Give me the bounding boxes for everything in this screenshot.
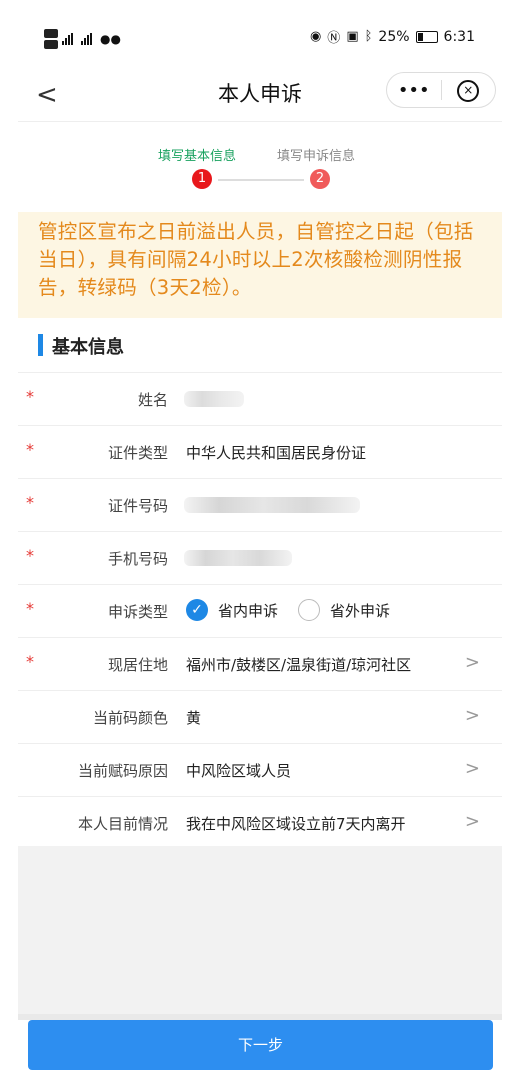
section-header: 基本信息 <box>18 320 502 373</box>
radio-label: 省内申诉 <box>218 601 279 620</box>
bluetooth-icon: ᛒ <box>364 29 373 44</box>
wechat-icon: ●● <box>100 32 121 46</box>
field-label: 申诉类型 <box>107 603 168 621</box>
required-mark: * <box>26 546 34 565</box>
field-address[interactable]: * 现居住地 福州市/鼓楼区/温泉街道/琼河社区 > <box>18 638 502 691</box>
checkmark-icon: ✓ <box>186 599 208 621</box>
id-number-redacted <box>184 497 360 513</box>
field-name[interactable]: * 姓名 <box>18 373 502 426</box>
step-indicator: 填写基本信息 填写申诉信息 1 2 <box>18 145 502 195</box>
step-1-label: 填写基本信息 <box>158 149 237 164</box>
required-mark: * <box>26 387 34 406</box>
hd-icon <box>44 28 58 50</box>
code-reason-value: 中风险区域人员 <box>186 762 292 780</box>
field-id-type[interactable]: * 证件类型 中华人民共和国居民身份证 <box>18 426 502 479</box>
field-label: 证件号码 <box>107 497 168 515</box>
basic-info-form: 基本信息 * 姓名 * 证件类型 中华人民共和国居民身份证 * 证件号码 * 手… <box>18 320 502 850</box>
required-mark: * <box>26 493 34 512</box>
vibrate-icon: ▣ <box>346 29 359 44</box>
radio-out-province[interactable]: 省外申诉 <box>298 599 390 621</box>
situation-value: 我在中风险区域设立前7天内离开 <box>186 815 406 833</box>
close-button[interactable]: × <box>442 78 496 102</box>
battery-icon <box>415 30 438 43</box>
step-2-dot: 2 <box>310 169 330 189</box>
field-label: 当前码颜色 <box>92 709 168 727</box>
phone-redacted <box>184 550 292 566</box>
field-code-reason[interactable]: 当前赋码原因 中风险区域人员 > <box>18 744 502 797</box>
next-step-button[interactable]: 下一步 <box>28 1020 493 1070</box>
nav-divider <box>18 121 502 122</box>
empty-area <box>18 846 502 1014</box>
field-label: 现居住地 <box>107 656 168 674</box>
required-mark: * <box>26 599 34 618</box>
field-code-color[interactable]: 当前码颜色 黄 > <box>18 691 502 744</box>
field-label: 证件类型 <box>107 444 168 462</box>
mini-program-capsule: ••• × <box>386 72 496 108</box>
battery-percent: 25% <box>378 28 410 45</box>
step-2-label: 填写申诉信息 <box>277 149 356 164</box>
signal-icon <box>62 33 73 45</box>
required-mark: * <box>26 652 34 671</box>
field-label: 手机号码 <box>107 550 168 568</box>
notice-banner: 管控区宣布之日前溢出人员，自管控之日起（包括当日），具有间隔24小时以上2次核酸… <box>18 212 502 318</box>
id-type-value: 中华人民共和国居民身份证 <box>186 444 367 462</box>
name-value-redacted <box>184 391 244 407</box>
radio-empty-icon <box>298 599 320 621</box>
field-label: 本人目前情况 <box>77 815 168 833</box>
chevron-right-icon[interactable]: > <box>465 758 480 779</box>
status-right: ◉ Ⓝ ▣ ᛒ 25% 6:31 <box>309 27 475 47</box>
code-color-value: 黄 <box>186 709 202 727</box>
step-1-dot: 1 <box>192 169 212 189</box>
chevron-right-icon[interactable]: > <box>465 811 480 832</box>
field-label: 当前赋码原因 <box>77 762 168 780</box>
more-button[interactable]: ••• <box>387 80 441 101</box>
section-title: 基本信息 <box>52 337 124 358</box>
status-bar: ●● ◉ Ⓝ ▣ ᛒ 25% 6:31 <box>0 0 517 70</box>
step-connector <box>218 179 304 181</box>
clock: 6:31 <box>443 28 475 45</box>
address-value: 福州市/鼓楼区/温泉街道/琼河社区 <box>186 656 412 674</box>
signal-icon-2 <box>81 33 92 45</box>
notice-text: 管控区宣布之日前溢出人员，自管控之日起（包括当日），具有间隔24小时以上2次核酸… <box>38 220 474 299</box>
field-id-number[interactable]: * 证件号码 <box>18 479 502 532</box>
nav-bar: < 本人申诉 ••• × <box>18 70 502 120</box>
nfc-icon: Ⓝ <box>327 31 341 46</box>
field-phone[interactable]: * 手机号码 <box>18 532 502 585</box>
close-icon: × <box>457 80 480 102</box>
radio-label: 省外申诉 <box>330 601 391 620</box>
field-appeal-type: * 申诉类型 ✓ 省内申诉 省外申诉 <box>18 585 502 638</box>
required-mark: * <box>26 440 34 459</box>
radio-in-province[interactable]: ✓ 省内申诉 <box>186 599 278 621</box>
status-left: ●● <box>44 28 121 50</box>
field-label: 姓名 <box>137 391 168 409</box>
chevron-right-icon[interactable]: > <box>465 652 480 673</box>
chevron-right-icon[interactable]: > <box>465 705 480 726</box>
section-accent-bar <box>38 334 43 356</box>
eye-icon: ◉ <box>309 29 322 44</box>
field-situation[interactable]: 本人目前情况 我在中风险区域设立前7天内离开 > <box>18 797 502 850</box>
